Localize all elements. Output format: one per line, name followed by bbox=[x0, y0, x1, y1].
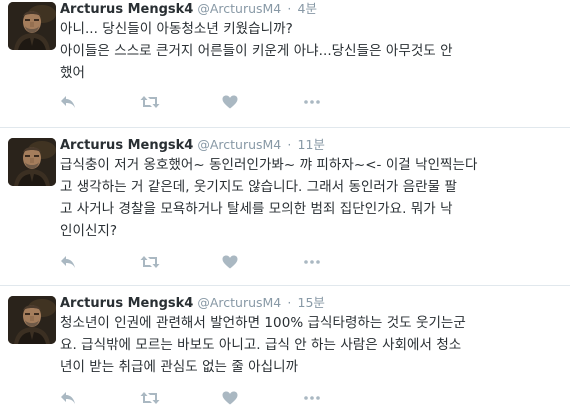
tweet-text: 청소년이 인권에 관련해서 발언하면 100% 급식타령하는 것도 웃기는군 요… bbox=[60, 312, 562, 378]
separator-dot: · bbox=[287, 1, 292, 16]
avatar-portrait bbox=[8, 296, 56, 344]
username[interactable]: @ArcturusM4 bbox=[197, 1, 281, 16]
tweet-text-line: 아이들은 스스로 큰거지 어른들이 키운게 아냐...당신들은 아무것도 안 bbox=[60, 43, 453, 59]
reply-icon bbox=[61, 96, 75, 108]
heart-icon bbox=[222, 95, 238, 109]
more-icon bbox=[304, 260, 320, 264]
tweet-text-line: 요. 급식밖에 모르는 바보도 아니고. 급식 안 하는 사람은 사회에서 청소 bbox=[60, 337, 462, 353]
tweet-content: Arcturus Mengsk4 @ArcturusM4 · 11분 급식충이 저… bbox=[60, 136, 562, 242]
tweet-text-line: 급식충이 저거 옹호했어~ 동인러인가봐~ 꺄 피하자~<- 이걸 낙인찍는다 bbox=[60, 157, 478, 173]
tweet-content: Arcturus Mengsk4 @ArcturusM4 · 15분 청소년이 인… bbox=[60, 294, 562, 378]
username[interactable]: @ArcturusM4 bbox=[197, 137, 281, 152]
tweet-text-line: 년이 받는 취급에 관심도 없는 줄 아십니까 bbox=[60, 359, 299, 375]
retweet-icon bbox=[140, 96, 160, 108]
tweet-text: 아니... 당신들이 아동청소년 키웠습니까? 아이들은 스스로 큰거지 어른들… bbox=[60, 18, 562, 84]
avatar[interactable] bbox=[8, 2, 56, 50]
like-button[interactable] bbox=[222, 390, 238, 406]
tweet-text-line: 청소년이 인권에 관련해서 발언하면 100% 급식타령하는 것도 웃기는군 bbox=[60, 315, 466, 331]
avatar-portrait bbox=[8, 138, 56, 186]
more-button[interactable] bbox=[304, 390, 320, 406]
tweet-text: 급식충이 저거 옹호했어~ 동인러인가봐~ 꺄 피하자~<- 이걸 낙인찍는다 … bbox=[60, 154, 562, 242]
avatar-portrait bbox=[8, 2, 56, 50]
avatar[interactable] bbox=[8, 296, 56, 344]
reply-button[interactable] bbox=[60, 390, 76, 406]
username[interactable]: @ArcturusM4 bbox=[197, 295, 281, 310]
avatar[interactable] bbox=[8, 138, 56, 186]
separator-dot: · bbox=[287, 137, 292, 152]
like-button[interactable] bbox=[222, 94, 238, 110]
more-button[interactable] bbox=[304, 94, 320, 110]
timestamp[interactable]: 4분 bbox=[298, 1, 317, 16]
heart-icon bbox=[222, 391, 238, 405]
tweet-text-line: 했어 bbox=[60, 65, 85, 81]
separator-dot: · bbox=[287, 295, 292, 310]
reply-button[interactable] bbox=[60, 94, 76, 110]
tweet-text-line: 고 사거나 경찰을 모욕하거나 탈세를 모의한 범죄 집단인가요. 뭐가 낙 bbox=[60, 201, 453, 217]
retweet-button[interactable] bbox=[140, 94, 160, 110]
timeline: Arcturus Mengsk4 @ArcturusM4 · 4분 아니... 당… bbox=[0, 0, 570, 410]
more-icon bbox=[304, 396, 320, 400]
tweet-header: Arcturus Mengsk4 @ArcturusM4 · 4분 bbox=[60, 0, 562, 17]
tweet-header: Arcturus Mengsk4 @ArcturusM4 · 15분 bbox=[60, 294, 562, 311]
tweet-content: Arcturus Mengsk4 @ArcturusM4 · 4분 아니... 당… bbox=[60, 0, 562, 84]
more-button[interactable] bbox=[304, 254, 320, 270]
more-icon bbox=[304, 100, 320, 104]
fullname[interactable]: Arcturus Mengsk4 bbox=[60, 296, 193, 311]
tweet-text-line: 인이신지? bbox=[60, 223, 118, 239]
reply-button[interactable] bbox=[60, 254, 76, 270]
tweet-header: Arcturus Mengsk4 @ArcturusM4 · 11분 bbox=[60, 136, 562, 153]
like-button[interactable] bbox=[222, 254, 238, 270]
retweet-icon bbox=[140, 392, 160, 404]
fullname[interactable]: Arcturus Mengsk4 bbox=[60, 2, 193, 17]
timestamp[interactable]: 11분 bbox=[298, 137, 325, 152]
retweet-icon bbox=[140, 256, 160, 268]
tweet-text-line: 아니... 당신들이 아동청소년 키웠습니까? bbox=[60, 21, 293, 37]
heart-icon bbox=[222, 255, 238, 269]
retweet-button[interactable] bbox=[140, 254, 160, 270]
timestamp[interactable]: 15분 bbox=[298, 295, 325, 310]
reply-icon bbox=[61, 256, 75, 268]
retweet-button[interactable] bbox=[140, 390, 160, 406]
tweet-text-line: 고 생각하는 거 같은데, 웃기지도 않습니다. 그래서 동인러가 음란물 팔 bbox=[60, 179, 457, 195]
reply-icon bbox=[61, 392, 75, 404]
fullname[interactable]: Arcturus Mengsk4 bbox=[60, 138, 193, 153]
